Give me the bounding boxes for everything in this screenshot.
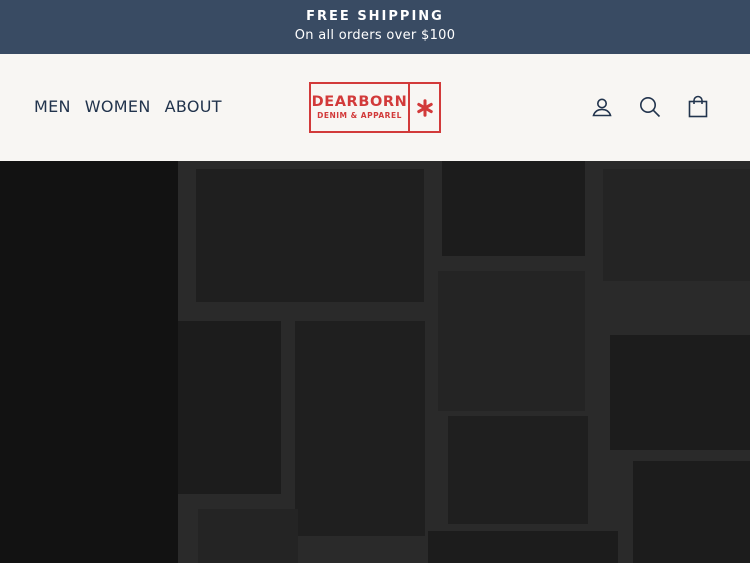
logo-tagline: DENIM & APPAREL: [317, 111, 402, 120]
collage-photo: [603, 169, 750, 281]
collage-photo: [178, 321, 281, 494]
collage-photo: [295, 321, 425, 536]
collage-photo: [428, 531, 618, 563]
collage-photo: [448, 416, 588, 524]
search-icon[interactable]: [638, 95, 662, 119]
announcement-title: FREE SHIPPING: [306, 9, 444, 24]
site-logo[interactable]: DEARBORN DENIM & APPAREL: [309, 82, 441, 133]
site-header: MEN WOMEN ABOUT DEARBORN DENIM & APPAREL: [0, 54, 750, 161]
logo-brand: DEARBORN: [311, 94, 408, 110]
announcement-bar: FREE SHIPPING On all orders over $100: [0, 0, 750, 54]
nav-item-women[interactable]: WOMEN: [85, 97, 151, 116]
logo-wordmark: DEARBORN DENIM & APPAREL: [311, 84, 410, 131]
collage-photo: [198, 509, 298, 563]
announcement-subtitle: On all orders over $100: [294, 28, 456, 43]
shopping-bag-icon[interactable]: [686, 95, 710, 119]
collage-photo: [196, 169, 424, 302]
nav-item-about[interactable]: ABOUT: [165, 97, 222, 116]
hero-banner: [0, 161, 750, 563]
main-nav: MEN WOMEN ABOUT: [34, 97, 222, 116]
collage-photo: [610, 335, 750, 450]
nav-item-men[interactable]: MEN: [34, 97, 71, 116]
collage-photo: [633, 461, 750, 563]
collage-photo: [438, 271, 585, 411]
collage-photo: [442, 161, 585, 256]
photo-collage: [178, 161, 750, 563]
six-point-star-icon: [410, 84, 439, 131]
header-utilities: [590, 95, 710, 119]
user-icon[interactable]: [590, 95, 614, 119]
